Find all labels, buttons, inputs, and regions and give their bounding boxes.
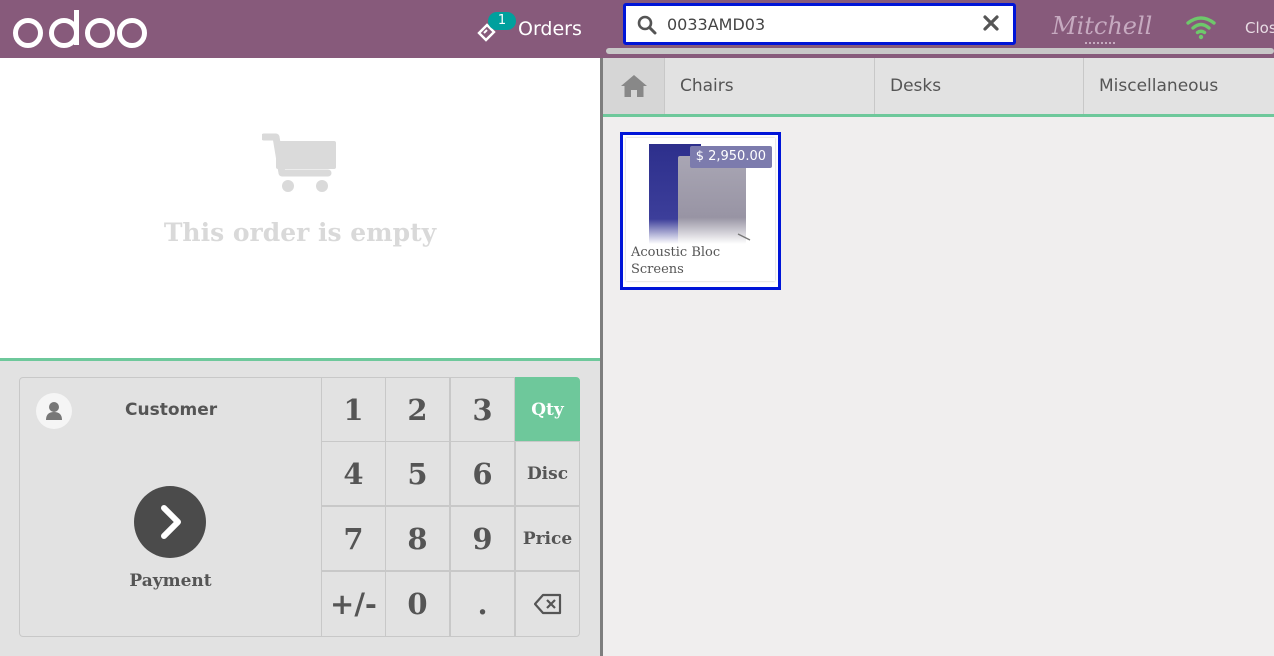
backspace-icon: [533, 593, 561, 615]
payment-label: Payment: [129, 571, 212, 591]
search-input[interactable]: [667, 9, 967, 39]
mode-qty-button[interactable]: Qty: [515, 377, 580, 442]
close-button[interactable]: Close: [1245, 19, 1274, 37]
products-pane: Chairs Desks Miscellaneous $ 2,950.00 Ac…: [603, 58, 1274, 656]
search-icon: [637, 15, 657, 35]
numpad-key-7[interactable]: 7: [321, 506, 386, 571]
mode-price-button[interactable]: Price: [515, 506, 580, 571]
home-category-button[interactable]: [603, 58, 665, 114]
product-name: Acoustic Bloc Screens: [631, 245, 721, 277]
numpad-key-5[interactable]: 5: [385, 441, 450, 506]
numpad-key-4[interactable]: 4: [321, 441, 386, 506]
cashier-subtitle: [1085, 42, 1115, 48]
empty-order-message: This order is empty: [163, 218, 437, 247]
orders-button[interactable]: 1 Orders: [476, 10, 582, 48]
customer-avatar: [36, 393, 72, 429]
category-desks[interactable]: Desks: [875, 58, 1084, 114]
odoo-logo: [13, 10, 147, 48]
numpad-key-dot[interactable]: .: [450, 571, 515, 637]
numpad-key-6[interactable]: 6: [450, 441, 515, 506]
product-price-tag: $ 2,950.00: [689, 146, 772, 168]
payment-button[interactable]: Payment: [19, 441, 322, 637]
product-card-inner: $ 2,950.00 Acoustic Bloc Screens: [626, 138, 775, 281]
product-card[interactable]: $ 2,950.00 Acoustic Bloc Screens: [620, 132, 781, 290]
numpad-key-1[interactable]: 1: [321, 377, 386, 442]
order-container: This order is empty: [0, 58, 600, 361]
chevron-right-icon: [161, 505, 181, 539]
numpad-key-2[interactable]: 2: [385, 377, 450, 442]
customer-label: Customer: [125, 400, 218, 420]
category-chairs[interactable]: Chairs: [665, 58, 875, 114]
user-icon: [46, 402, 62, 420]
home-icon: [620, 75, 647, 97]
search-box: [623, 3, 1016, 45]
search-scrollbar[interactable]: [606, 48, 1274, 54]
numpad: 1 2 3 Qty 4 5 6 Disc 7 8 9 Price +/- 0 .: [321, 377, 581, 637]
top-bar: 1 Orders Mitchell Close: [0, 0, 1274, 58]
mode-disc-button[interactable]: Disc: [515, 441, 580, 506]
orders-label: Orders: [518, 18, 582, 40]
numpad-key-8[interactable]: 8: [385, 506, 450, 571]
numpad-key-3[interactable]: 3: [450, 377, 515, 442]
cashier-name[interactable]: Mitchell: [1052, 12, 1152, 40]
customer-button[interactable]: Customer: [19, 377, 322, 442]
numpad-key-plus-minus[interactable]: +/-: [321, 571, 386, 637]
payment-circle: [134, 486, 206, 558]
backspace-button[interactable]: [515, 571, 580, 637]
numpad-key-0[interactable]: 0: [385, 571, 450, 637]
category-miscellaneous[interactable]: Miscellaneous: [1084, 58, 1274, 114]
orders-count-badge: 1: [488, 12, 516, 30]
clear-search-icon[interactable]: [981, 13, 1001, 33]
numpad-key-9[interactable]: 9: [450, 506, 515, 571]
category-bar: Chairs Desks Miscellaneous: [603, 58, 1274, 117]
shopping-cart-icon: [262, 133, 336, 192]
wifi-icon: [1186, 16, 1216, 40]
control-panel: Customer Payment 1 2 3 Qty 4 5 6 Disc 7 …: [19, 377, 581, 637]
